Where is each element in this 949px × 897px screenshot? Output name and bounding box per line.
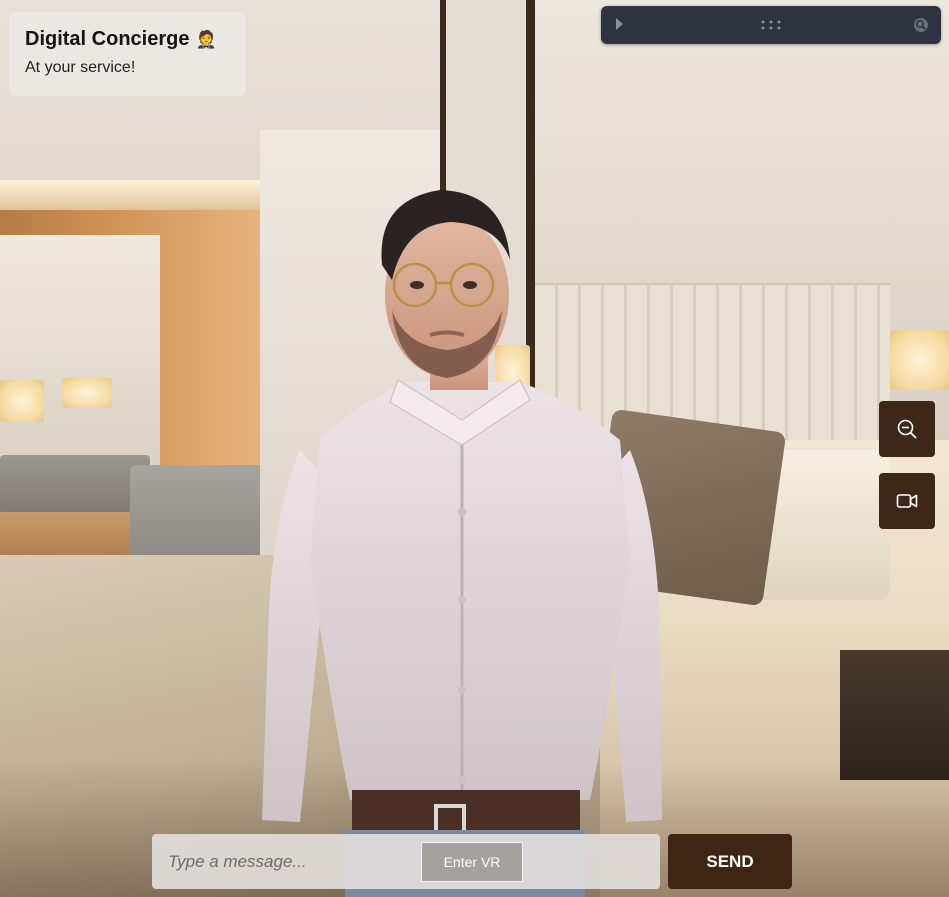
right-wall (535, 0, 949, 300)
ceiling-light-strip (0, 180, 260, 210)
app-title: Digital Concierge (25, 28, 190, 50)
armchair (0, 455, 150, 515)
zoom-out-icon (897, 419, 917, 439)
hotel-room-background (0, 0, 949, 897)
title-card: Digital Concierge 🤵 At your service! (9, 12, 246, 96)
viewer-toolbar[interactable] (601, 6, 941, 44)
message-input[interactable] (152, 834, 417, 889)
zoom-icon[interactable] (913, 17, 929, 33)
zoom-out-button[interactable] (879, 401, 935, 457)
bedside-lamp (495, 345, 530, 400)
floor-lamp-shade (62, 378, 112, 408)
enter-vr-button[interactable]: Enter VR (421, 842, 523, 882)
video-camera-icon (896, 494, 918, 508)
floor-lamp-shade (0, 380, 44, 422)
play-icon[interactable] (616, 18, 623, 30)
chat-bar: Enter VR (152, 834, 660, 889)
send-button[interactable]: SEND (668, 834, 792, 889)
app-subtitle: At your service! (25, 59, 136, 76)
pillow (588, 408, 787, 607)
camera-button[interactable] (879, 473, 935, 529)
concierge-emoji: 🤵 (195, 29, 217, 49)
wall-lamp (890, 330, 949, 390)
drag-handle-icon[interactable] (759, 19, 783, 31)
title-row: Digital Concierge 🤵 (25, 28, 230, 51)
